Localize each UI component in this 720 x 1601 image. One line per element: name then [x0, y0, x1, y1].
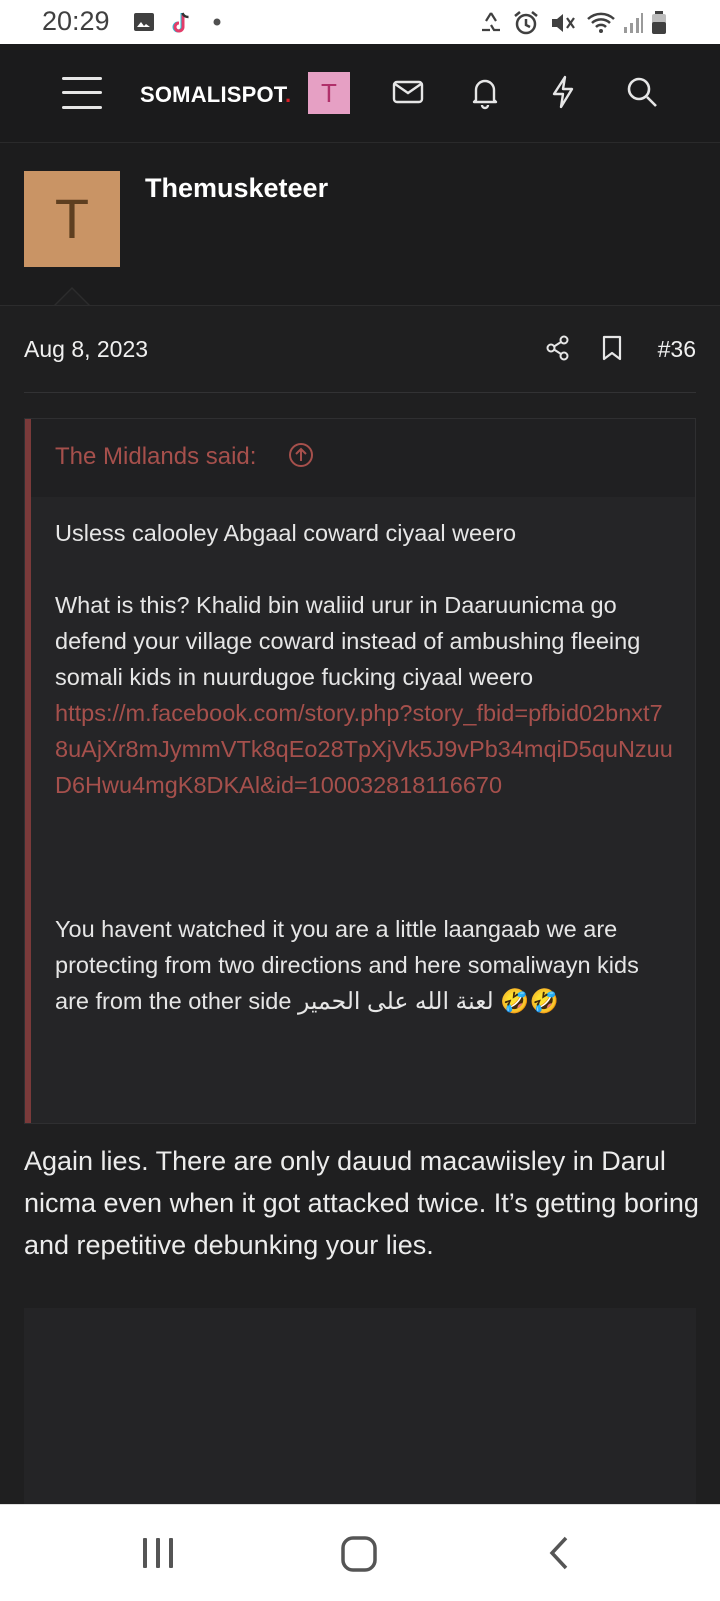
quote-accent-bar	[25, 419, 31, 1123]
system-navigation-bar	[0, 1504, 720, 1601]
post-reply-text: Again lies. There are only dauud macawii…	[24, 1146, 699, 1260]
mute-icon	[552, 14, 575, 32]
logo-dot: .	[285, 82, 292, 107]
lightning-icon[interactable]	[545, 74, 581, 110]
quote-block: The Midlands said: Usless calooley Abgaa…	[24, 418, 696, 1124]
quote-line: Usless calooley Abgaal coward ciyaal wee…	[55, 520, 517, 546]
quote-link[interactable]: https://m.facebook.com/story.php?story_f…	[55, 695, 675, 803]
menu-icon[interactable]	[62, 77, 102, 109]
back-icon[interactable]	[548, 1535, 572, 1571]
header-pointer-fill	[56, 289, 88, 305]
recycle-icon	[482, 12, 500, 32]
quote-paragraph: What is this? Khalid bin waliid urur in …	[55, 592, 641, 690]
author-avatar[interactable]: T	[24, 171, 120, 267]
user-avatar-button[interactable]: T	[308, 72, 350, 114]
bell-icon[interactable]	[467, 74, 503, 110]
quote-paragraph: You havent watched it you are a little l…	[55, 916, 639, 1014]
logo-text: SOMALISPOT	[140, 82, 286, 107]
tiktok-icon	[172, 12, 189, 33]
ad-placeholder	[24, 1308, 696, 1504]
author-username[interactable]: Themusketeer	[145, 173, 328, 204]
search-icon[interactable]	[624, 74, 660, 110]
signal-icon	[624, 13, 643, 33]
gallery-icon	[134, 13, 154, 31]
site-logo[interactable]: SOMALISPOT.	[140, 82, 291, 108]
bookmark-icon[interactable]	[600, 334, 624, 362]
alarm-icon	[514, 11, 538, 35]
recent-apps-icon[interactable]	[140, 1535, 176, 1571]
quote-body: Usless calooley Abgaal coward ciyaal wee…	[55, 515, 675, 1019]
post-date[interactable]: Aug 8, 2023	[24, 336, 148, 363]
dot-icon	[213, 18, 221, 26]
home-icon[interactable]	[340, 1535, 378, 1573]
share-icon[interactable]	[544, 334, 572, 362]
quote-author-title[interactable]: The Midlands said:	[55, 443, 256, 471]
wifi-icon	[587, 12, 615, 33]
post-number-link[interactable]: #36	[658, 336, 696, 363]
arrow-up-circle-icon[interactable]	[287, 441, 315, 469]
post-author-header: T Themusketeer	[0, 143, 720, 306]
post-meta-row: Aug 8, 2023 #36	[24, 306, 696, 393]
quote-header[interactable]: The Midlands said:	[31, 419, 695, 497]
inbox-icon[interactable]	[390, 74, 426, 110]
top-navigation-bar: SOMALISPOT. T	[0, 44, 720, 143]
status-bar: 20:29	[0, 0, 720, 44]
status-time: 20:29	[42, 6, 110, 36]
battery-icon	[652, 11, 666, 34]
